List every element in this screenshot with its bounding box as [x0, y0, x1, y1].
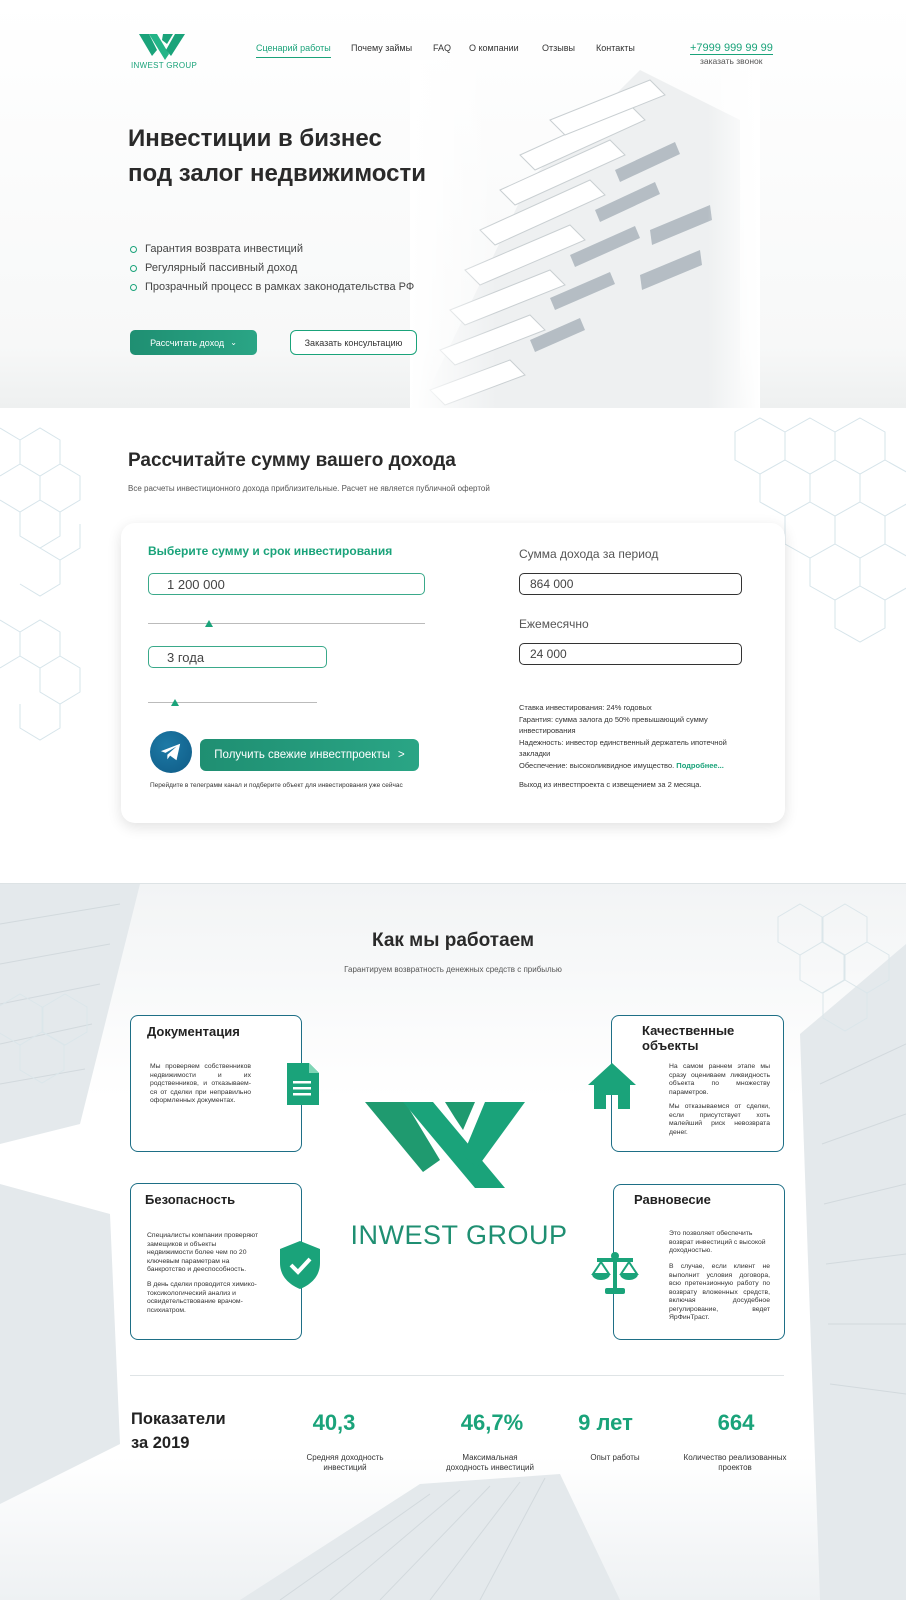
bullet-item: Прозрачный процесс в рамках законодатель…	[130, 278, 414, 297]
card-text: Мы проверяем собственников недвижимости …	[150, 1063, 251, 1104]
nav-item-why-loans[interactable]: Почему займы	[351, 43, 412, 53]
bullet-item: Регулярный пассивный доход	[130, 259, 414, 278]
card-text-secondary: В случае, если клиент не выполнит услови…	[669, 1263, 770, 1321]
investment-info: Ставка инвестирования: 24% годовых Гаран…	[519, 703, 727, 770]
amount-slider-thumb[interactable]	[204, 620, 213, 627]
nav-item-about[interactable]: О компании	[469, 43, 519, 53]
hero-title: Инвестиции в бизнес под залог недвижимос…	[128, 125, 426, 187]
scales-icon	[591, 1252, 639, 1294]
phone-link[interactable]: +7999 999 99 99	[690, 42, 773, 55]
stat-value: 9 лет	[578, 1410, 633, 1435]
income-output: 864 000	[519, 573, 742, 595]
calculate-income-button[interactable]: Рассчитать доход ⌄	[130, 330, 257, 355]
callback-link[interactable]: заказать звонок	[700, 56, 762, 66]
telegram-icon[interactable]	[150, 731, 192, 773]
term-input[interactable]: 3 года	[148, 646, 327, 668]
more-link[interactable]: Подробнее...	[676, 761, 724, 770]
get-fresh-projects-button[interactable]: Получить свежие инвестпроекты >	[200, 739, 419, 771]
stats-divider	[130, 1375, 784, 1376]
card-text-secondary: Мы отказываемся от сделки, если присутст…	[669, 1103, 770, 1136]
how-subtitle: Гарантируем возвратность денежных средст…	[344, 965, 562, 974]
how-title: Как мы работаем	[371, 930, 535, 951]
calculator-card	[121, 523, 785, 823]
order-consultation-button[interactable]: Заказать консультацию	[290, 330, 417, 355]
amount-slider-track[interactable]	[148, 623, 425, 624]
stat-label: Количество реализованных проектов	[683, 1453, 787, 1472]
amount-input[interactable]: 1 200 000	[148, 573, 425, 595]
document-icon	[287, 1063, 319, 1105]
monthly-label: Ежемесячно	[519, 617, 589, 631]
inwest-logo-text: INWEST GROUP	[350, 1220, 568, 1250]
logo-text: INWEST GROUP	[131, 61, 198, 70]
arrow-right-icon: >	[398, 749, 405, 761]
calculator-subtitle: Все расчеты инвестиционного дохода прибл…	[128, 484, 490, 493]
income-label: Сумма дохода за период	[519, 547, 659, 561]
nav-item-reviews[interactable]: Отзывы	[542, 43, 575, 53]
card-text: На самом раннем этапе мы сразу оцениваем…	[669, 1063, 770, 1096]
card-text: Специалисты компании проверяют замещиков…	[147, 1232, 259, 1273]
stats-title: Показатели за 2019	[131, 1410, 226, 1452]
house-icon	[588, 1063, 636, 1109]
hero-bullets: Гарантия возврата инвестиций Регулярный …	[130, 240, 414, 297]
stat-label: Максимальная доходность инвестиций	[446, 1453, 534, 1472]
calculator-title: Рассчитайте сумму вашего дохода	[128, 450, 456, 471]
bullet-item: Гарантия возврата инвестиций	[130, 240, 414, 259]
building-illustration	[410, 60, 760, 408]
telegram-note: Перейдите в телеграмм канал и подберите …	[150, 782, 403, 789]
monthly-output: 24 000	[519, 643, 742, 665]
stat-value: 40,3	[312, 1410, 356, 1435]
inwest-logo-icon	[365, 1102, 525, 1188]
stat-value: 664	[717, 1410, 755, 1435]
card-title: Документация	[147, 1024, 240, 1039]
card-title: Безопасность	[145, 1192, 236, 1207]
calculator-left-heading: Выберите сумму и срок инвестирования	[148, 544, 393, 558]
nav-item-contacts[interactable]: Контакты	[596, 43, 635, 53]
stat-value: 46,7%	[460, 1410, 524, 1435]
term-slider-thumb[interactable]	[171, 699, 180, 706]
stat-label: Опыт работы	[590, 1453, 640, 1462]
shield-check-icon	[280, 1241, 320, 1289]
card-title: Качественные объекты	[642, 1023, 735, 1053]
nav-item-scenario[interactable]: Сценарий работы	[256, 43, 331, 58]
nav-item-faq[interactable]: FAQ	[433, 43, 451, 53]
card-text-secondary: В день сделки проводится химико-токсикол…	[147, 1281, 257, 1314]
stat-label: Средняя доходность инвестиций	[306, 1453, 384, 1472]
card-text: Это позволяет обеспечить возврат инвести…	[669, 1230, 766, 1254]
chevron-down-icon: ⌄	[230, 338, 237, 347]
exit-note: Выход из инвестпроекта с извещением за 2…	[519, 780, 702, 789]
card-title: Равновесие	[634, 1192, 711, 1207]
